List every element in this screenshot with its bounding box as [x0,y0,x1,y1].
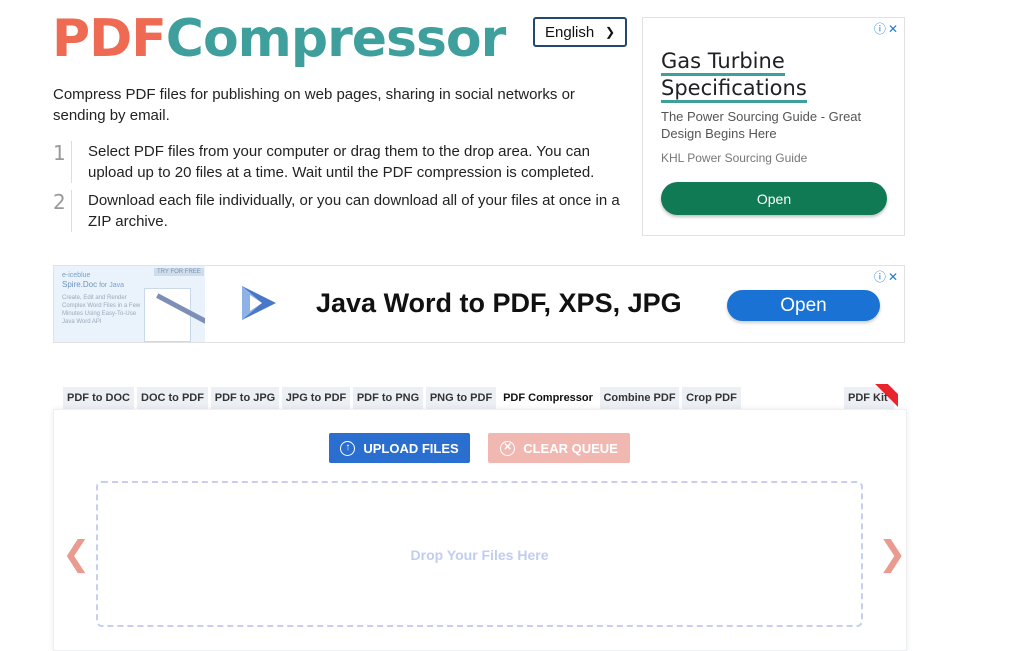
banner-ad-thumbnail[interactable]: e-iceblue Spire.Doc for Java TRY FOR FRE… [54,266,205,342]
thumb-brand: e-iceblue Spire.Doc for Java [62,272,124,289]
ad-choices-icons[interactable]: ⓘ✕ [874,20,900,37]
tab-pdf-to-doc[interactable]: PDF to DOC [63,387,134,409]
tab-pdf-compressor[interactable]: PDF Compressor [499,387,597,409]
logo-pdf-text: PDF [52,9,167,69]
thumb-tag: TRY FOR FREE [154,268,204,276]
language-select[interactable]: English ❯ [533,17,627,47]
chevron-right-icon[interactable]: ❯ [878,534,907,574]
banner-ad-choices-icons[interactable]: ⓘ✕ [874,268,900,285]
close-circle-icon: ✕ [500,440,516,456]
upload-label: UPLOAD FILES [363,440,459,456]
tab-crop-pdf[interactable]: Crop PDF [682,387,741,409]
tab-png-to-pdf[interactable]: PNG to PDF [426,387,496,409]
step-text: Select PDF files from your computer or d… [88,143,595,181]
intro-text: Compress PDF files for publishing on web… [53,86,575,124]
tab-jpg-to-pdf[interactable]: JPG to PDF [282,387,350,409]
ad-source: KHL Power Sourcing Guide [661,151,808,165]
tab-combine-pdf[interactable]: Combine PDF [600,387,679,409]
arrow-up-icon: ↑ [340,440,356,456]
banner-open-button[interactable]: Open [727,290,880,321]
tab-pdf-to-jpg[interactable]: PDF to JPG [211,387,279,409]
ad-close-icon[interactable]: ✕ [888,270,900,284]
upload-files-button[interactable]: ↑ UPLOAD FILES [329,433,470,463]
logo-compressor-text: Compressor [165,9,506,69]
chevron-down-icon: ❯ [604,25,615,39]
chevron-left-icon[interactable]: ❮ [62,534,91,574]
document-illustration [144,288,191,342]
banner-headline[interactable]: Java Word to PDF, XPS, JPG [316,288,682,319]
tab-pdf-to-png[interactable]: PDF to PNG [353,387,423,409]
ad-open-button[interactable]: Open [661,182,887,215]
site-logo[interactable]: PDFCompressor [52,8,506,70]
clear-label: CLEAR QUEUE [523,440,618,456]
side-ad[interactable]: ⓘ✕ Gas Turbine Specifications The Power … [642,17,905,236]
thumb-text: Create, Edit and Render Complex Word Fil… [62,295,141,325]
play-logo-icon [242,286,276,320]
drop-zone[interactable]: Drop Your Files Here [96,481,863,627]
ad-description: The Power Sourcing Guide - Great Design … [661,109,862,141]
step-number: 1 [53,141,72,183]
drop-label: Drop Your Files Here [410,547,549,563]
new-ribbon-badge [872,384,898,410]
ad-title[interactable]: Gas Turbine Specifications [661,48,881,103]
tab-doc-to-pdf[interactable]: DOC to PDF [137,387,208,409]
ad-info-icon[interactable]: ⓘ [874,22,888,36]
language-selected-value: English [545,23,595,41]
banner-ad[interactable]: e-iceblue Spire.Doc for Java TRY FOR FRE… [53,265,905,343]
ad-close-icon[interactable]: ✕ [888,22,900,36]
step-number: 2 [53,190,72,232]
clear-queue-button[interactable]: ✕ CLEAR QUEUE [488,433,630,463]
step-text: Download each file individually, or you … [88,192,620,230]
ad-info-icon[interactable]: ⓘ [874,270,888,284]
